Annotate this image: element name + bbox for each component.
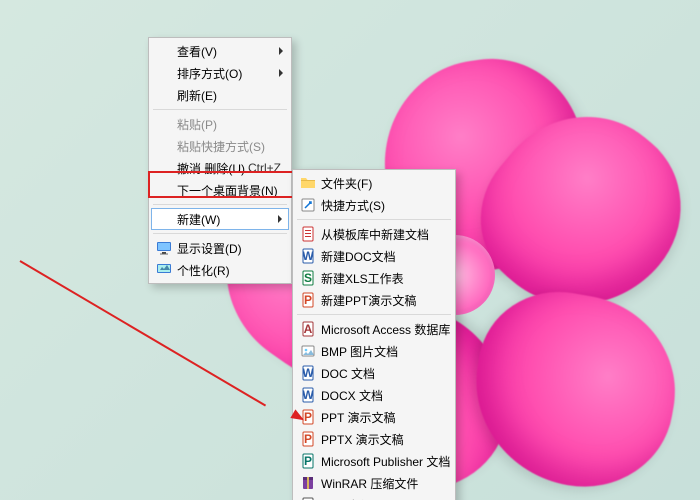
publisher-icon: P (300, 453, 316, 469)
shortcut-label: Ctrl+Z (248, 161, 281, 175)
new-shortcut[interactable]: 快捷方式(S) (295, 194, 453, 216)
menu-personalize[interactable]: 个性化(R) (151, 259, 289, 281)
menu-display-settings[interactable]: 显示设置(D) (151, 237, 289, 259)
image-icon (300, 343, 316, 359)
menu-refresh[interactable]: 刷新(E) (151, 84, 289, 106)
template-icon (300, 226, 316, 242)
new-bmp[interactable]: BMP 图片文档 (295, 340, 453, 362)
new-ppt-pres[interactable]: P新建PPT演示文稿 (295, 289, 453, 311)
word-icon: W (300, 387, 316, 403)
chevron-right-icon (279, 47, 283, 55)
new-folder[interactable]: 文件夹(F) (295, 172, 453, 194)
menu-undo-delete[interactable]: 撤消 删除(U)Ctrl+Z (151, 157, 289, 179)
word-icon: W (300, 365, 316, 381)
new-from-template[interactable]: 从模板库中新建文档 (295, 223, 453, 245)
svg-text:A: A (304, 322, 313, 336)
new-doc[interactable]: WDOC 文档 (295, 362, 453, 384)
svg-text:S: S (304, 271, 312, 285)
chevron-right-icon (278, 215, 282, 223)
chevron-right-icon (279, 69, 283, 77)
menu-separator (297, 219, 451, 220)
menu-separator (153, 109, 287, 110)
menu-next-background[interactable]: 下一个桌面背景(N) (151, 179, 289, 201)
new-submenu: 文件夹(F) 快捷方式(S) 从模板库中新建文档 W新建DOC文档 S新建XLS… (292, 169, 456, 500)
svg-text:P: P (304, 454, 312, 468)
svg-text:W: W (302, 249, 314, 263)
menu-separator (297, 314, 451, 315)
display-icon (156, 240, 172, 256)
ppt-icon: P (300, 431, 316, 447)
new-doc-doc[interactable]: W新建DOC文档 (295, 245, 453, 267)
shortcut-icon (300, 197, 316, 213)
ppt-icon: P (300, 292, 316, 308)
excel-icon: S (300, 270, 316, 286)
menu-separator (153, 233, 287, 234)
archive-icon (300, 475, 316, 491)
new-docx[interactable]: WDOCX 文档 (295, 384, 453, 406)
access-icon: A (300, 321, 316, 337)
new-xls-sheet[interactable]: S新建XLS工作表 (295, 267, 453, 289)
new-access[interactable]: AMicrosoft Access 数据库 (295, 318, 453, 340)
menu-paste: 粘贴(P) (151, 113, 289, 135)
menu-separator (153, 204, 287, 205)
new-publisher[interactable]: PMicrosoft Publisher 文档 (295, 450, 453, 472)
svg-text:P: P (304, 293, 312, 307)
menu-sort-by[interactable]: 排序方式(O) (151, 62, 289, 84)
svg-text:W: W (302, 388, 314, 402)
personalize-icon (156, 262, 172, 278)
svg-text:P: P (304, 432, 312, 446)
menu-view[interactable]: 查看(V) (151, 40, 289, 62)
new-ppt[interactable]: PPPT 演示文稿 (295, 406, 453, 428)
folder-icon (300, 175, 316, 191)
menu-paste-shortcut: 粘贴快捷方式(S) (151, 135, 289, 157)
new-pptx[interactable]: PPPTX 演示文稿 (295, 428, 453, 450)
word-icon: W (300, 248, 316, 264)
menu-new[interactable]: 新建(W) (151, 208, 289, 230)
new-rar[interactable]: WinRAR 压缩文件 (295, 472, 453, 494)
new-rtf[interactable]: RTF 文件 (295, 494, 453, 500)
desktop-context-menu: 查看(V) 排序方式(O) 刷新(E) 粘贴(P) 粘贴快捷方式(S) 撤消 删… (148, 37, 292, 284)
svg-text:W: W (302, 366, 314, 380)
